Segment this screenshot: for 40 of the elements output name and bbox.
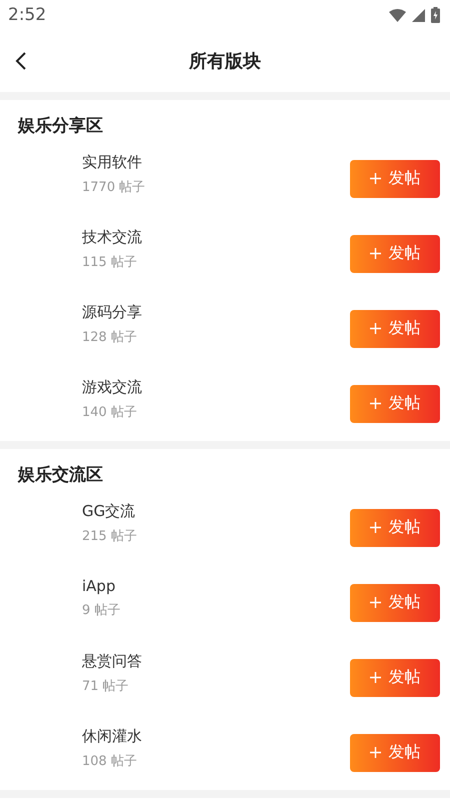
plus-icon (370, 522, 380, 533)
plus-icon (370, 672, 380, 683)
section-title: 娱乐分享区 (16, 115, 104, 138)
post-button[interactable]: 发帖 (350, 658, 440, 696)
back-icon[interactable] (15, 51, 27, 71)
post-button[interactable]: 发帖 (350, 234, 440, 272)
post-button[interactable]: 发帖 (350, 734, 440, 772)
post-count: 115 帖子 (82, 254, 138, 271)
board-name[interactable]: 技术交流 (82, 228, 142, 247)
plus-icon (370, 747, 380, 758)
plus-icon (370, 323, 380, 334)
post-count: 128 帖子 (82, 329, 138, 346)
board-name[interactable]: iApp (82, 577, 120, 595)
plus-icon (370, 398, 380, 409)
plus-icon (370, 597, 380, 608)
post-count: 9 帖子 (82, 602, 120, 619)
board-name[interactable]: 悬赏问答 (82, 652, 142, 671)
signal-icon (412, 8, 425, 22)
post-count: 215 帖子 (82, 528, 137, 545)
plus-icon (370, 173, 380, 184)
section-title: 娱乐交流区 (16, 464, 104, 487)
post-button[interactable]: 发帖 (350, 310, 440, 348)
post-button[interactable]: 发帖 (350, 584, 440, 622)
post-count: 71 帖子 (82, 678, 130, 695)
post-button[interactable]: 发帖 (350, 508, 440, 546)
board-name[interactable]: 休闲灌水 (82, 727, 142, 746)
plus-icon (370, 248, 380, 259)
board-name[interactable]: 源码分享 (82, 303, 142, 322)
page-title: 所有版块 (189, 50, 261, 73)
board-name[interactable]: 实用软件 (82, 153, 146, 172)
post-button[interactable]: 发帖 (350, 160, 440, 198)
post-count: 108 帖子 (82, 753, 138, 770)
board-name[interactable]: 游戏交流 (82, 378, 142, 397)
post-count: 140 帖子 (82, 404, 138, 421)
status-time: 2:52 (8, 5, 46, 25)
post-button[interactable]: 发帖 (350, 384, 440, 422)
post-count: 1770 帖子 (82, 179, 146, 196)
board-name[interactable]: GG交流 (82, 502, 137, 521)
wifi-icon (389, 8, 406, 22)
battery-icon (431, 7, 440, 23)
